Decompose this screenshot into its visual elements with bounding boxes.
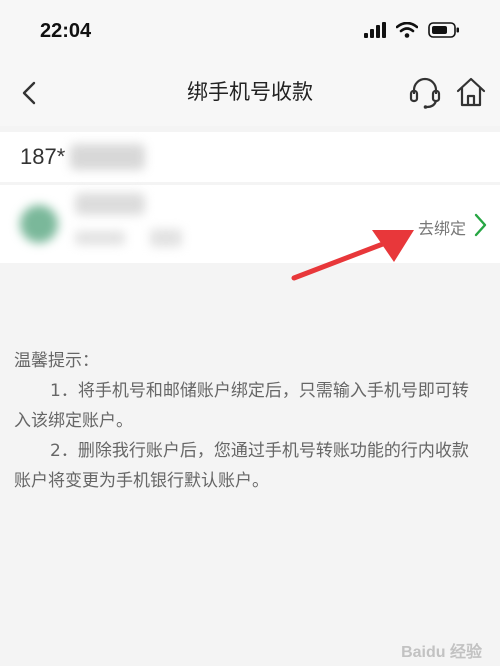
phone-number-row: 187* [0, 132, 500, 182]
tips-section: 温馨提示： 1．将手机号和邮储账户绑定后，只需输入手机号即可转入该绑定账户。 2… [14, 346, 484, 496]
bank-logo-blurred [20, 205, 58, 243]
status-icons [364, 22, 460, 38]
status-time: 22:04 [40, 20, 92, 42]
chevron-right-icon[interactable] [470, 212, 490, 238]
home-icon[interactable] [454, 74, 488, 110]
tips-title: 温馨提示： [14, 351, 99, 371]
watermark: Baidu 经验 [401, 644, 482, 661]
phone-number-blurred [70, 144, 145, 170]
account-number-tail-blurred [150, 229, 182, 247]
bound-account-row[interactable]: 去绑定 [0, 185, 500, 263]
nav-bar: 绑手机号收款 [0, 62, 500, 126]
unbind-link[interactable]: 去绑定 [418, 215, 466, 239]
account-number-blurred [75, 231, 125, 245]
customer-service-headset-icon[interactable] [408, 74, 442, 110]
account-name-blurred [75, 193, 145, 215]
battery-icon [428, 22, 459, 38]
tip-item: 2．删除我行账户后，您通过手机号转账功能的行内收款账户将变更为手机银行默认账户。 [14, 441, 469, 491]
status-bar: 22:04 [0, 0, 500, 62]
cellular-signal-icon [364, 22, 386, 38]
phone-number-prefix: 187* [20, 144, 66, 169]
annotation-arrow-icon [291, 230, 414, 281]
tip-item: 1．将手机号和邮储账户绑定后，只需输入手机号即可转入该绑定账户。 [14, 381, 469, 431]
wifi-icon [396, 22, 418, 38]
